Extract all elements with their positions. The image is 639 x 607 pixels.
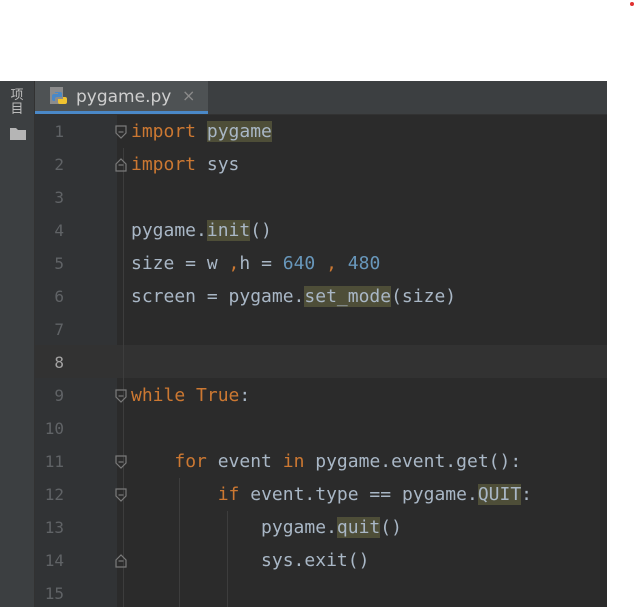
code-line[interactable]: 5 size = w ,h = 640 , 480 — [54, 247, 607, 280]
line-number: 4 — [54, 221, 64, 240]
code-line[interactable]: 1 import pygame — [54, 115, 607, 148]
code-text: pygame.quit() — [131, 511, 402, 544]
python-file-icon — [50, 87, 67, 104]
code-line[interactable]: 11 for event in pygame.event.get(): — [45, 445, 607, 478]
fold-collapse-icon[interactable] — [115, 125, 127, 139]
code-token: () — [250, 220, 272, 241]
code-line[interactable]: 6 screen = pygame.set_mode(size) — [54, 280, 607, 313]
code-token: h = — [239, 253, 283, 274]
code-token: set_mode — [304, 286, 392, 307]
line-number: 6 — [54, 287, 64, 306]
code-token: : — [521, 484, 533, 505]
line-number: 8 — [54, 353, 64, 372]
code-line[interactable]: 14 sys.exit() — [45, 544, 607, 577]
code-editor[interactable]: 1 import pygame 2 import sys 3 4 pygame.init()… — [45, 115, 607, 607]
code-line[interactable]: 10 — [45, 412, 607, 445]
line-number: 14 — [44, 551, 64, 570]
fold-end-icon[interactable] — [115, 554, 127, 568]
line-number: 13 — [44, 518, 64, 537]
line-number: 9 — [54, 386, 64, 405]
line-number: 11 — [44, 452, 64, 471]
editor-tab-bar: pygame.py × — [35, 81, 607, 115]
line-number: 10 — [44, 419, 64, 438]
code-line[interactable]: 2 import sys — [54, 148, 607, 181]
line-number: 3 — [54, 188, 64, 207]
code-token: QUIT — [477, 484, 522, 505]
code-token: : — [239, 385, 251, 406]
close-tab-icon[interactable]: × — [182, 85, 195, 107]
code-token: 640 — [282, 253, 316, 274]
ide-window: 项目 pygame.py × 1 import pygame 2 import sys… — [0, 81, 607, 607]
code-text: for event in pygame.event.get(): — [131, 445, 521, 478]
line-number: 2 — [54, 155, 64, 174]
fold-collapse-icon[interactable] — [115, 488, 127, 502]
line-number: 12 — [44, 485, 64, 504]
code-token: pygame. — [131, 220, 207, 241]
line-number: 7 — [54, 320, 64, 339]
fold-collapse-icon[interactable] — [115, 389, 127, 403]
code-text: sys.exit() — [131, 544, 369, 577]
code-line[interactable]: 12 if event.type == pygame.QUIT: — [45, 478, 607, 511]
code-token: sys — [196, 154, 240, 175]
code-text: import sys — [131, 148, 239, 181]
code-text: if event.type == pygame.QUIT: — [131, 478, 532, 511]
code-line[interactable]: 15 — [45, 577, 607, 607]
code-token: while — [131, 385, 186, 406]
code-token: screen = pygame. — [131, 286, 305, 307]
code-text: pygame.init() — [131, 214, 272, 247]
code-token: sys.exit() — [131, 550, 370, 571]
notification-dot — [630, 2, 634, 6]
code-token: () — [380, 517, 402, 538]
code-token: (size) — [391, 286, 457, 307]
code-token: quit — [336, 517, 381, 538]
code-token: size = w — [131, 253, 229, 274]
code-line[interactable]: 8 — [54, 346, 607, 379]
code-text: screen = pygame.set_mode(size) — [131, 280, 456, 313]
code-token: , — [228, 253, 240, 274]
code-line[interactable]: 4 pygame.init() — [54, 214, 607, 247]
code-token: for — [174, 451, 207, 472]
code-line[interactable]: 7 — [54, 313, 607, 346]
code-token: import — [131, 121, 197, 142]
tab-filename: pygame.py — [76, 87, 172, 107]
project-tool-button[interactable]: 项目 — [10, 89, 24, 117]
code-token: import — [131, 154, 197, 175]
code-token: event — [206, 451, 283, 472]
code-text: while True: — [131, 379, 250, 412]
code-token: pygame — [206, 121, 272, 142]
code-line[interactable]: 9 while True: — [54, 379, 607, 412]
code-token: in — [282, 451, 305, 472]
code-token: 480 — [347, 253, 381, 274]
code-token: , — [326, 253, 337, 274]
fold-collapse-icon[interactable] — [115, 455, 127, 469]
fold-end-icon[interactable] — [115, 158, 127, 172]
code-token: event.type == pygame. — [239, 484, 478, 505]
tab-pygame-py[interactable]: pygame.py × — [35, 81, 208, 114]
code-line[interactable]: 3 — [54, 181, 607, 214]
code-text: import pygame — [131, 115, 272, 148]
code-token: init — [206, 220, 251, 241]
code-token: pygame.event.get(): — [304, 451, 522, 472]
code-line[interactable]: 13 pygame.quit() — [45, 511, 607, 544]
code-text: size = w ,h = 640 , 480 — [131, 247, 380, 280]
code-token: True — [196, 385, 240, 406]
code-token: pygame. — [131, 517, 337, 538]
code-token: if — [217, 484, 240, 505]
line-number: 1 — [54, 122, 64, 141]
line-number: 5 — [54, 254, 64, 273]
line-number: 15 — [44, 584, 64, 603]
